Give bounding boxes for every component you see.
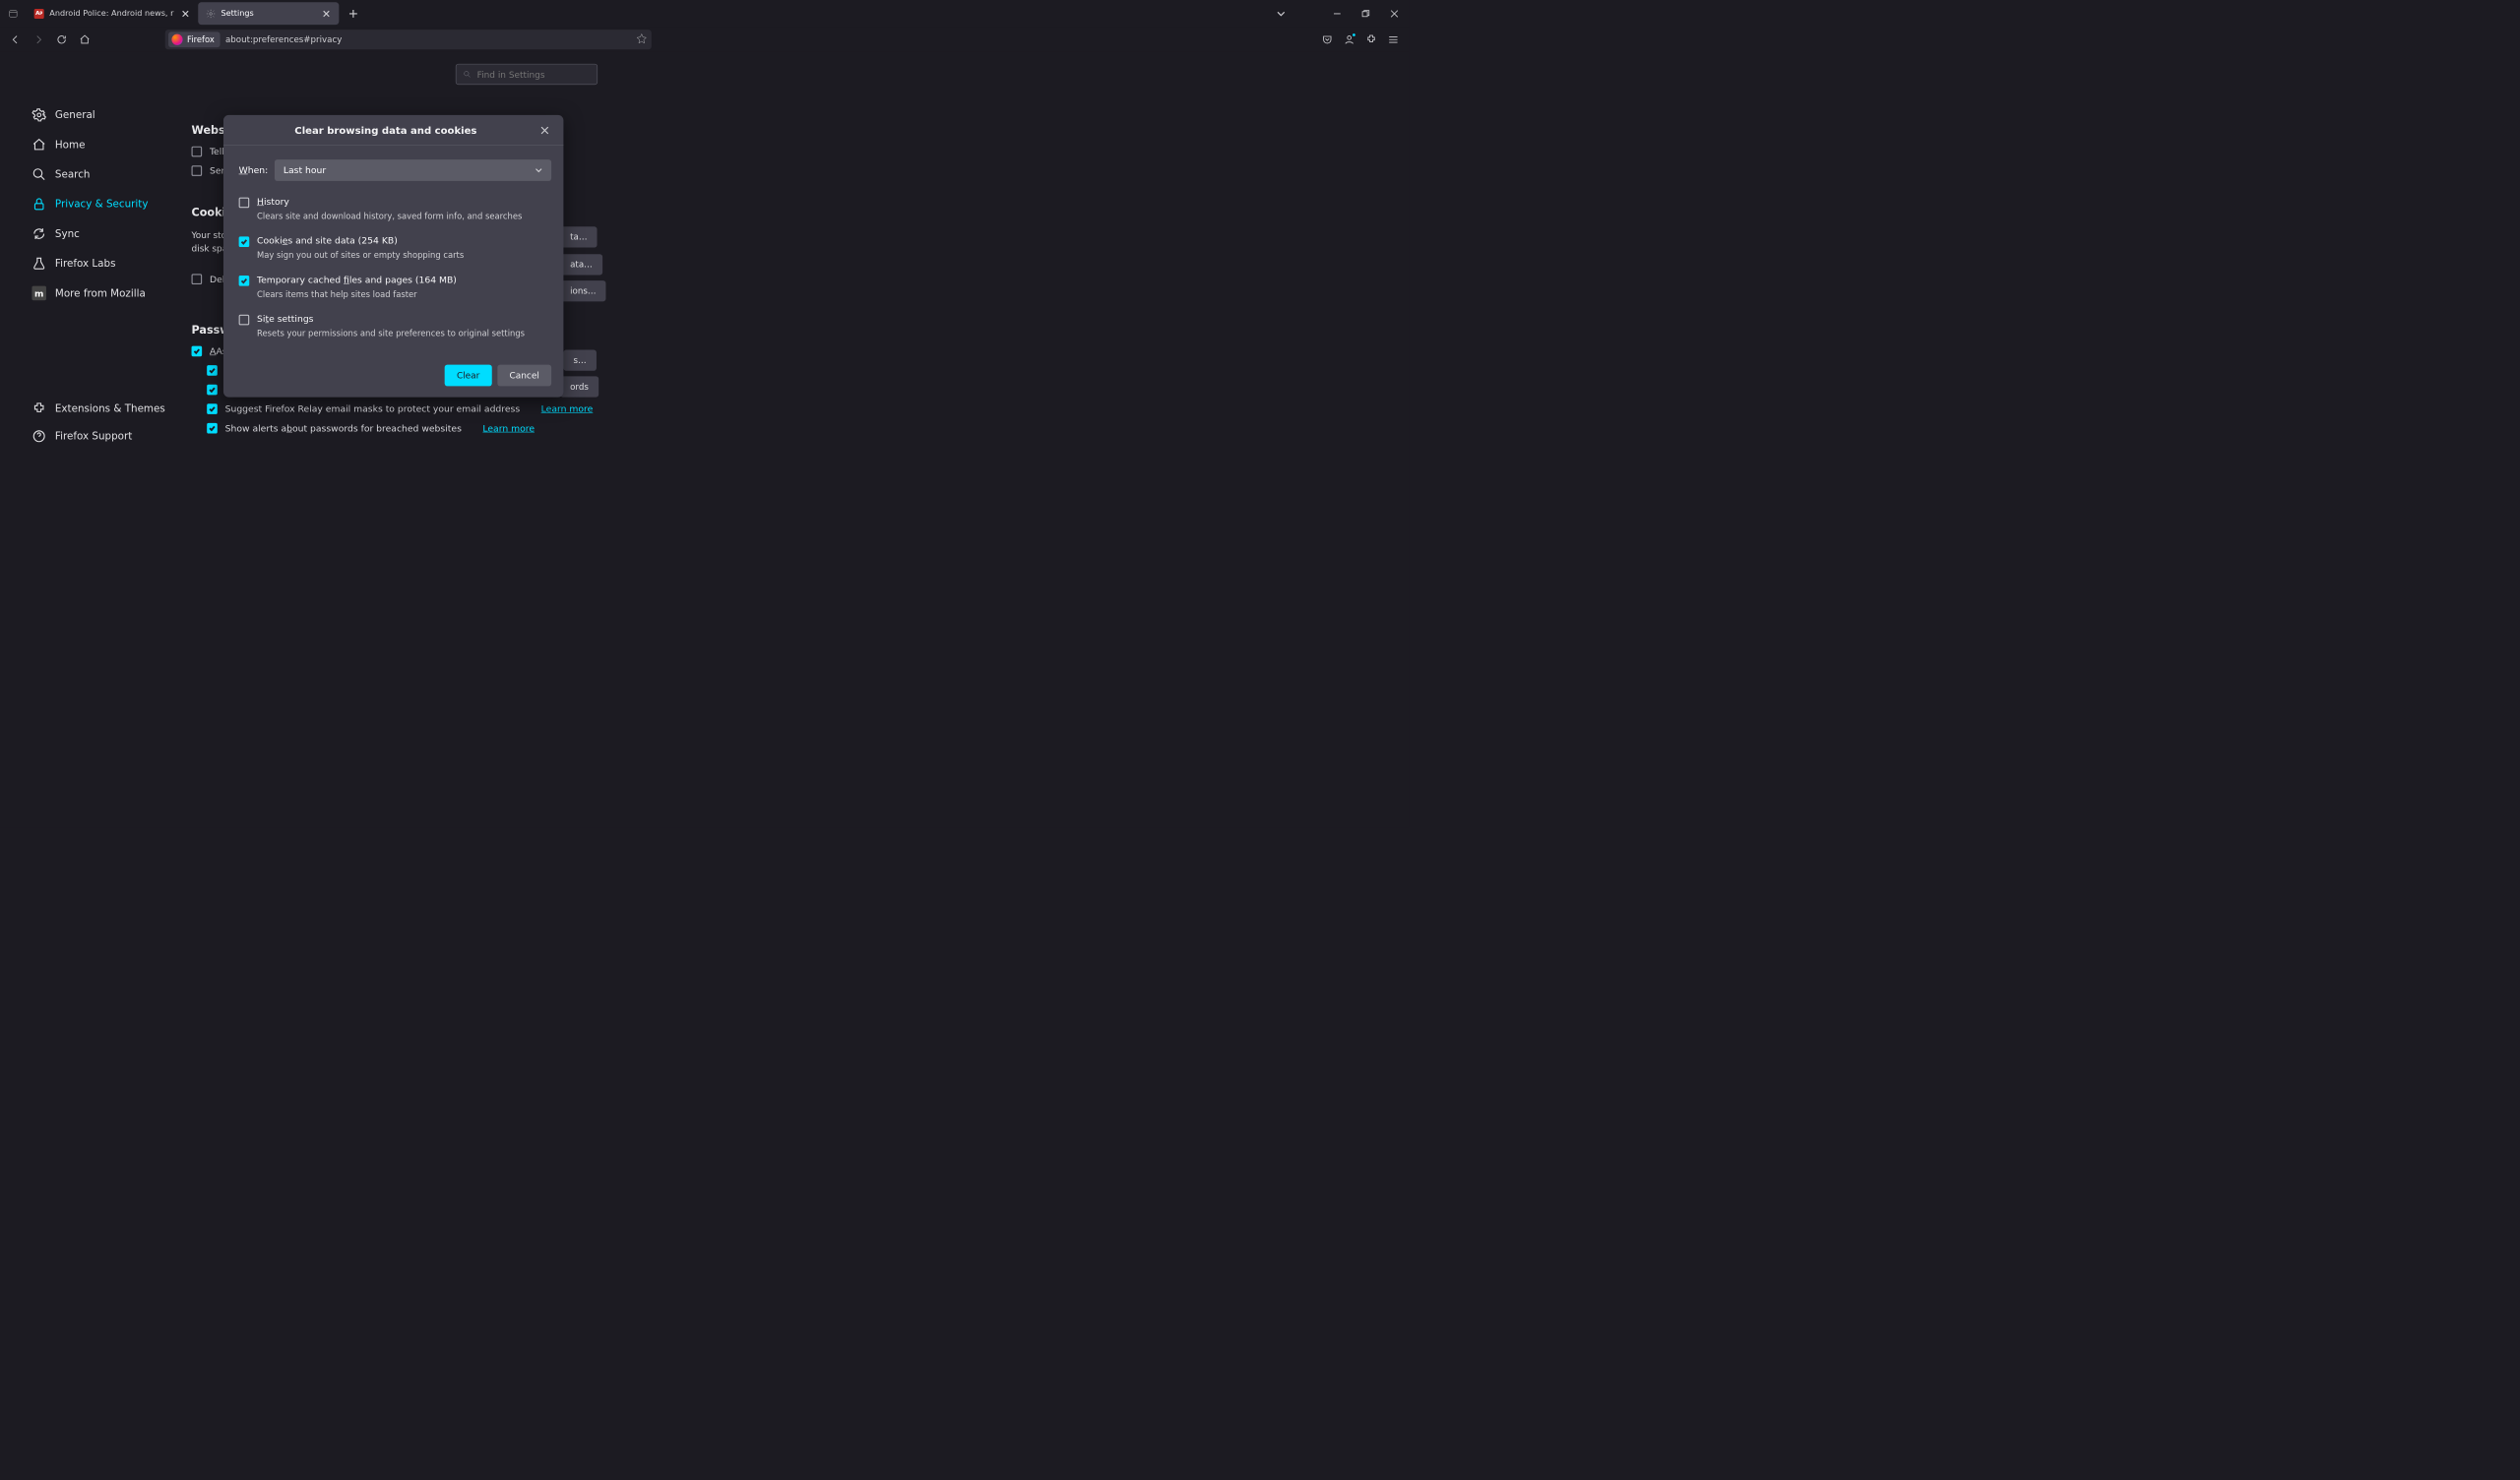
account-button[interactable] bbox=[1340, 30, 1359, 49]
identity-label: Firefox bbox=[187, 34, 215, 44]
mozilla-icon: m bbox=[32, 286, 46, 301]
home-button[interactable] bbox=[75, 30, 94, 49]
firefox-logo-icon bbox=[171, 33, 182, 44]
forward-button[interactable] bbox=[29, 30, 48, 49]
option-desc: Resets your permissions and site prefere… bbox=[257, 329, 525, 339]
option-title: Site settings bbox=[257, 314, 525, 325]
close-window-button[interactable] bbox=[1380, 0, 1409, 27]
clear-data-dialog: Clear browsing data and cookies When: La… bbox=[223, 115, 563, 398]
settings-content: General Home Search Privacy & Security S… bbox=[0, 52, 1409, 828]
sidebar-item-search[interactable]: Search bbox=[28, 160, 182, 188]
tab-title: Settings bbox=[220, 9, 314, 18]
titlebar: AP Android Police: Android news, r Setti… bbox=[0, 0, 1409, 27]
sidebar-support[interactable]: Firefox Support bbox=[28, 422, 182, 450]
row-label: Show alerts about passwords for breached… bbox=[225, 423, 462, 434]
learn-more-link[interactable]: Learn more bbox=[482, 423, 535, 434]
checkbox[interactable] bbox=[207, 385, 218, 396]
sidebar-item-privacy[interactable]: Privacy & Security bbox=[28, 190, 182, 217]
dialog-close-button[interactable] bbox=[537, 123, 553, 139]
window-controls bbox=[1323, 0, 1409, 27]
when-dropdown[interactable]: Last hour bbox=[275, 159, 551, 181]
sidebar-item-home[interactable]: Home bbox=[28, 131, 182, 158]
option-title: History bbox=[257, 197, 522, 208]
sidebar-extensions-themes[interactable]: Extensions & Themes bbox=[28, 395, 182, 422]
clear-data-button[interactable]: ta… bbox=[560, 226, 597, 247]
when-value: Last hour bbox=[284, 165, 326, 176]
url-text: about:preferences#privacy bbox=[225, 34, 631, 44]
option-title: Cookies and site data (254 KB) bbox=[257, 235, 464, 246]
close-tab-icon[interactable] bbox=[320, 8, 332, 20]
cache-checkbox[interactable] bbox=[239, 276, 250, 286]
cookies-checkbox[interactable] bbox=[239, 236, 250, 247]
favicon-android-police: AP bbox=[34, 9, 44, 19]
back-button[interactable] bbox=[6, 30, 26, 49]
checkbox[interactable] bbox=[207, 403, 218, 414]
search-settings-input[interactable] bbox=[477, 69, 591, 80]
when-label: When: bbox=[239, 165, 269, 176]
checkbox[interactable] bbox=[192, 165, 203, 176]
cancel-button[interactable]: Cancel bbox=[497, 365, 551, 387]
saved-passwords-button[interactable]: ords bbox=[560, 376, 598, 397]
option-desc: May sign you out of sites or empty shopp… bbox=[257, 250, 464, 260]
maximize-button[interactable] bbox=[1352, 0, 1380, 27]
url-bar[interactable]: Firefox about:preferences#privacy bbox=[165, 30, 652, 49]
sidebar-label: Search bbox=[55, 168, 91, 180]
sidebar-item-general[interactable]: General bbox=[28, 101, 182, 129]
option-title: Temporary cached files and pages (164 MB… bbox=[257, 275, 457, 285]
app-menu-button[interactable] bbox=[1383, 30, 1403, 49]
notification-dot bbox=[1352, 32, 1356, 37]
clear-button[interactable]: Clear bbox=[445, 365, 492, 387]
settings-sidebar: General Home Search Privacy & Security S… bbox=[0, 52, 192, 828]
close-tab-icon[interactable] bbox=[179, 8, 191, 20]
sidebar-item-labs[interactable]: Firefox Labs bbox=[28, 250, 182, 278]
learn-more-link[interactable]: Learn more bbox=[541, 403, 594, 414]
pocket-button[interactable] bbox=[1317, 30, 1337, 49]
desc-line: Your sto bbox=[192, 230, 227, 241]
reload-button[interactable] bbox=[52, 30, 72, 49]
option-desc: Clears items that help sites load faster bbox=[257, 289, 457, 299]
sidebar-label: Home bbox=[55, 139, 86, 151]
identity-box[interactable]: Firefox bbox=[168, 31, 220, 47]
new-tab-button[interactable] bbox=[344, 0, 363, 27]
search-in-settings[interactable] bbox=[456, 64, 598, 85]
sidebar-item-mozilla[interactable]: m More from Mozilla bbox=[28, 279, 182, 307]
navbar: Firefox about:preferences#privacy bbox=[0, 27, 1409, 51]
sidebar-label: Privacy & Security bbox=[55, 199, 149, 211]
sidebar-label: More from Mozilla bbox=[55, 287, 146, 299]
option-desc: Clears site and download history, saved … bbox=[257, 212, 522, 221]
exceptions-button[interactable]: ions… bbox=[560, 280, 606, 301]
bookmark-star-icon[interactable] bbox=[636, 32, 647, 45]
sidebar-label: General bbox=[55, 109, 95, 121]
tab-android-police[interactable]: AP Android Police: Android news, r bbox=[27, 2, 198, 25]
sidebar-label: Sync bbox=[55, 228, 80, 240]
sidebar-label: Extensions & Themes bbox=[55, 402, 165, 414]
row-label: Tell bbox=[210, 147, 224, 157]
history-checkbox[interactable] bbox=[239, 198, 250, 209]
site-settings-checkbox[interactable] bbox=[239, 315, 250, 326]
dialog-title: Clear browsing data and cookies bbox=[234, 125, 536, 137]
checkbox[interactable] bbox=[207, 365, 218, 376]
manage-data-button[interactable]: ata… bbox=[560, 254, 602, 275]
row-label: Suggest Firefox Relay email masks to pro… bbox=[225, 403, 521, 414]
sidebar-item-sync[interactable]: Sync bbox=[28, 220, 182, 248]
sidebar-label: Firefox Support bbox=[55, 430, 132, 442]
checkbox[interactable] bbox=[207, 423, 218, 434]
checkbox[interactable] bbox=[192, 346, 203, 357]
sidebar-label: Firefox Labs bbox=[55, 258, 116, 270]
tab-title: Android Police: Android news, r bbox=[49, 9, 173, 18]
tab-settings[interactable]: Settings bbox=[198, 2, 339, 25]
tab-list-button[interactable] bbox=[1270, 0, 1292, 27]
gear-icon bbox=[206, 9, 216, 19]
exceptions-button-2[interactable]: s… bbox=[563, 350, 596, 371]
minimize-button[interactable] bbox=[1323, 0, 1352, 27]
checkbox[interactable] bbox=[192, 147, 203, 157]
checkbox[interactable] bbox=[192, 274, 203, 284]
extensions-button[interactable] bbox=[1361, 30, 1381, 49]
recent-browsing-button[interactable] bbox=[0, 0, 27, 27]
